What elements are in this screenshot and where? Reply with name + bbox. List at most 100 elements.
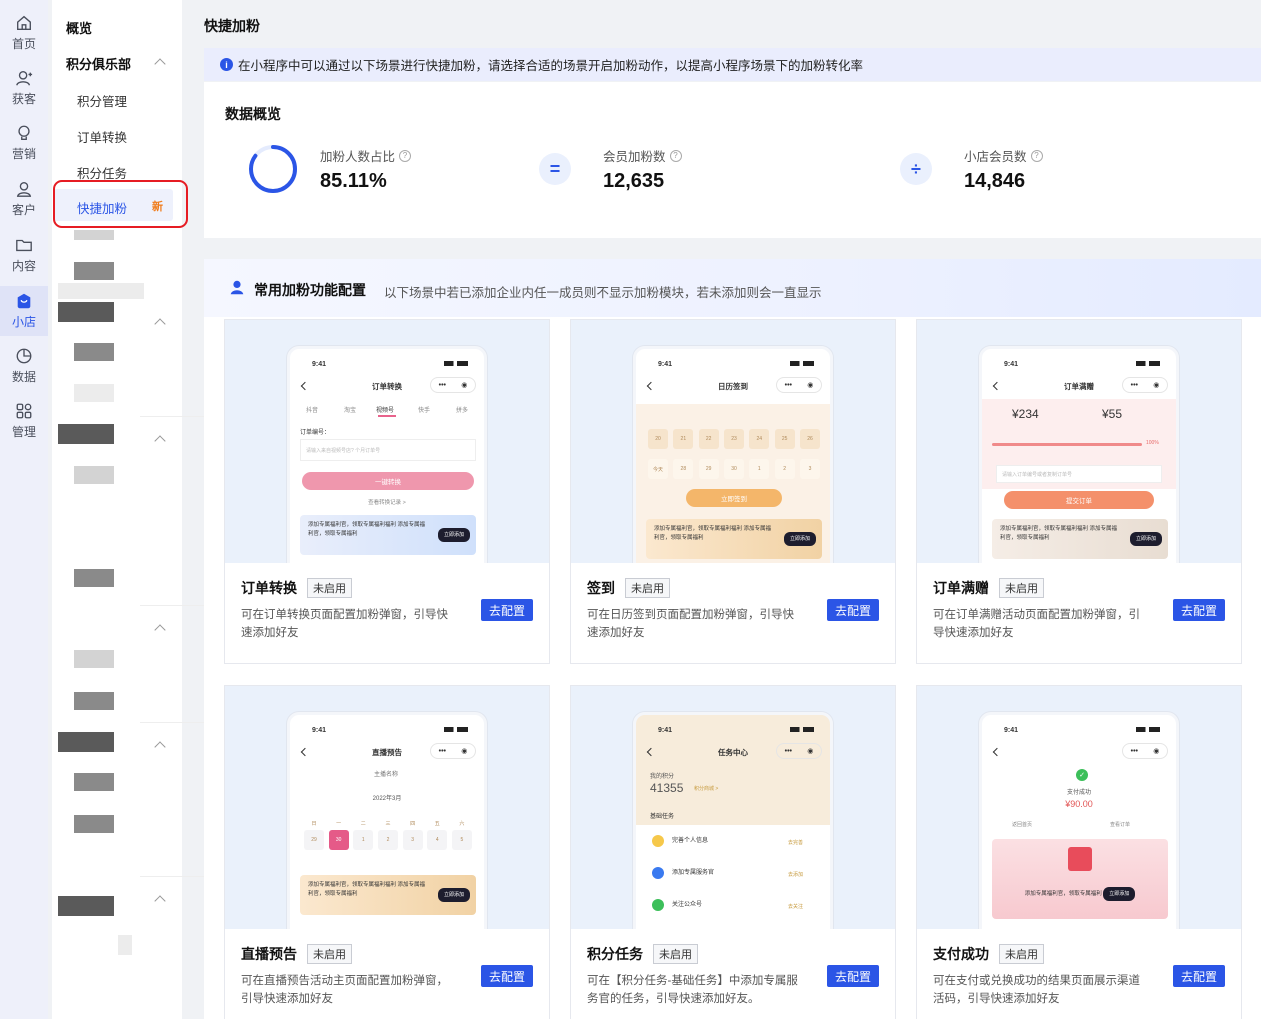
ratio-label: 加粉人数占比?: [320, 146, 412, 165]
chevron-up-icon[interactable]: [154, 318, 166, 330]
card-preview: 9:41 ••• ◉ ✓ 支付成功 ¥90.00 返回首页 查看订单 添加专属福利…: [917, 686, 1241, 929]
calendar-day: 20: [648, 429, 668, 449]
phone-mockup: 9:41 任务中心 ••• ◉ 我的积分 41355 积分商城 > 基础任务 完善…: [633, 712, 833, 929]
rail-customer[interactable]: 客户: [0, 174, 48, 224]
phone-placeholder: 请输入订单编号或者复制订单号: [1002, 472, 1073, 478]
chevron-up-icon[interactable]: [154, 435, 166, 447]
calendar-day: 1: [353, 830, 374, 850]
phone-tab-active: 视频号: [376, 408, 395, 414]
configure-button[interactable]: 去配置: [481, 965, 533, 987]
rail-content[interactable]: 内容: [0, 230, 48, 280]
phone-banner: 添加专属福利官，领取专属福利福利 添加专属福利官，领取专属福利 立即添加: [300, 875, 476, 915]
chevron-up-icon[interactable]: [154, 741, 166, 753]
configure-button[interactable]: 去配置: [481, 599, 533, 621]
phone-banner-button: 立即添加: [437, 888, 470, 902]
members-added-label: 会员加粉数?: [603, 146, 682, 165]
calendar-day: 1: [749, 459, 770, 479]
submenu-overview[interactable]: 概览: [66, 18, 92, 37]
calendar-day: 28: [673, 459, 694, 479]
capsule-icon: ••• ◉: [1122, 743, 1168, 759]
calendar-day: 今天: [648, 459, 668, 479]
rail-home[interactable]: 首页: [0, 8, 48, 58]
phone-button: 提交订单: [1004, 491, 1154, 509]
phone-progress-label: 100%: [1146, 440, 1159, 446]
phone-points-tag: 积分商城 >: [694, 786, 719, 792]
configure-button[interactable]: 去配置: [1173, 599, 1225, 621]
calendar-day: 5: [451, 830, 472, 850]
blurred-region: [58, 732, 114, 752]
capsule-icon: ••• ◉: [1122, 377, 1168, 393]
calendar-day: 2: [377, 830, 398, 850]
status-icons: [1136, 727, 1160, 732]
submenu-group-points-club[interactable]: 积分俱乐部: [66, 54, 131, 73]
members-added-value: 12,635: [603, 170, 665, 192]
card-preview: 9:41 任务中心 ••• ◉ 我的积分 41355 积分商城 > 基础任务 完善…: [571, 686, 895, 929]
rail-label: 内容: [11, 259, 36, 273]
status-icons: [790, 361, 814, 366]
help-icon[interactable]: ?: [669, 149, 682, 162]
home-icon: [17, 15, 31, 30]
card-title: 订单满赠: [933, 580, 989, 596]
card-desc: 可在日历签到页面配置加粉弹窗，引导快速添加好友: [587, 609, 794, 639]
phone-amount: ¥234: [1012, 407, 1039, 421]
status-icons: [790, 727, 814, 732]
chevron-up-icon[interactable]: [154, 624, 166, 636]
highlight-box: [53, 180, 188, 228]
rail-data[interactable]: 数据: [0, 341, 48, 391]
phone-amount: ¥55: [1102, 407, 1123, 421]
phone-mockup: 9:41 ••• ◉ ✓ 支付成功 ¥90.00 返回首页 查看订单 添加专属福利…: [979, 712, 1179, 929]
phone-task-action: 去添加: [788, 872, 804, 878]
phone-placeholder: 请输入来自视频号店? 个月订单号: [306, 448, 381, 454]
ratio-ring-chart: [249, 145, 297, 193]
card-desc: 可在支付或兑换成功的结果页面展示渠道活码，引导快速添加好友: [933, 975, 1140, 1005]
blurred-region: [118, 935, 132, 955]
submenu: 概览 积分俱乐部 积分管理 订单转换 积分任务 快捷加粉 新: [52, 0, 216, 1019]
rail-acquire[interactable]: 获客: [0, 63, 48, 113]
phone-link: 返回首页: [1012, 822, 1033, 828]
feature-card-order-gift: 9:41 订单满赠 ••• ◉ ¥234 ¥55 100% 请输入订单编号或者复制…: [916, 319, 1242, 664]
members-added-label-text: 会员加粉数: [603, 150, 666, 164]
overview-title: 数据概览: [225, 106, 281, 122]
rail-marketing[interactable]: 营销: [0, 118, 48, 168]
person-icon: [230, 280, 244, 295]
status-badge: 未启用: [307, 578, 352, 598]
blurred-region: [74, 569, 114, 587]
blurred-region: [74, 692, 114, 710]
gift-icon: [1068, 847, 1092, 871]
calendar-day: 3: [402, 830, 423, 850]
config-title: 常用加粉功能配置: [254, 282, 366, 298]
configure-button[interactable]: 去配置: [827, 965, 879, 987]
card-title: 订单转换: [241, 580, 297, 596]
phone-amount: ¥90.00: [1065, 799, 1093, 809]
phone-tab: 快手: [418, 408, 431, 414]
phone-tab: 抖音: [306, 408, 319, 414]
task-icon: [652, 867, 664, 879]
phone-section: 基础任务: [650, 814, 675, 820]
task-icon: [652, 899, 664, 911]
configure-button[interactable]: 去配置: [827, 599, 879, 621]
help-icon[interactable]: ?: [399, 149, 412, 162]
left-rail: 首页 获客 营销 客户 内容 小店 数据 管理: [0, 0, 48, 1019]
equals-icon: =: [539, 153, 571, 185]
calendar-day: 30: [328, 830, 349, 850]
phone-mockup: 9:41 订单转换 ••• ◉ 抖音 淘宝 视频号 快手 拼多 订单编号： 请输入…: [287, 346, 487, 563]
page-title: 快捷加粉: [204, 18, 260, 34]
submenu-item-order-convert[interactable]: 订单转换: [77, 127, 127, 146]
chevron-up-icon[interactable]: [154, 895, 166, 907]
phone-time: 9:41: [1004, 361, 1019, 368]
capsule-icon: ••• ◉: [430, 743, 476, 759]
card-desc: 可在订单转换页面配置加粉弹窗，引导快速添加好友: [241, 609, 448, 639]
configure-button[interactable]: 去配置: [1173, 965, 1225, 987]
card-preview: 9:41 直播预告 ••• ◉ 主播名称 2022年3月 日一二三四五六 29 30…: [225, 686, 549, 929]
phone-task-action: 去关注: [788, 904, 804, 910]
phone-banner: 添加专属福利官，领取专属福利福利 添加专属福利官，领取专属福利 立即添加: [300, 515, 476, 555]
apps-icon: [16, 403, 32, 419]
help-icon[interactable]: ?: [1030, 149, 1043, 162]
calendar-day: 25: [774, 429, 795, 449]
chevron-up-icon[interactable]: [154, 58, 166, 70]
phone-banner-text: 添加专属福利官，领取专属福利福利 添加专属福利官，领取专属福利: [308, 522, 426, 537]
rail-manage[interactable]: 管理: [0, 396, 48, 446]
bulb-icon: [18, 125, 30, 140]
rail-shop[interactable]: 小店: [0, 286, 48, 336]
submenu-item-points-manage[interactable]: 积分管理: [77, 91, 127, 110]
